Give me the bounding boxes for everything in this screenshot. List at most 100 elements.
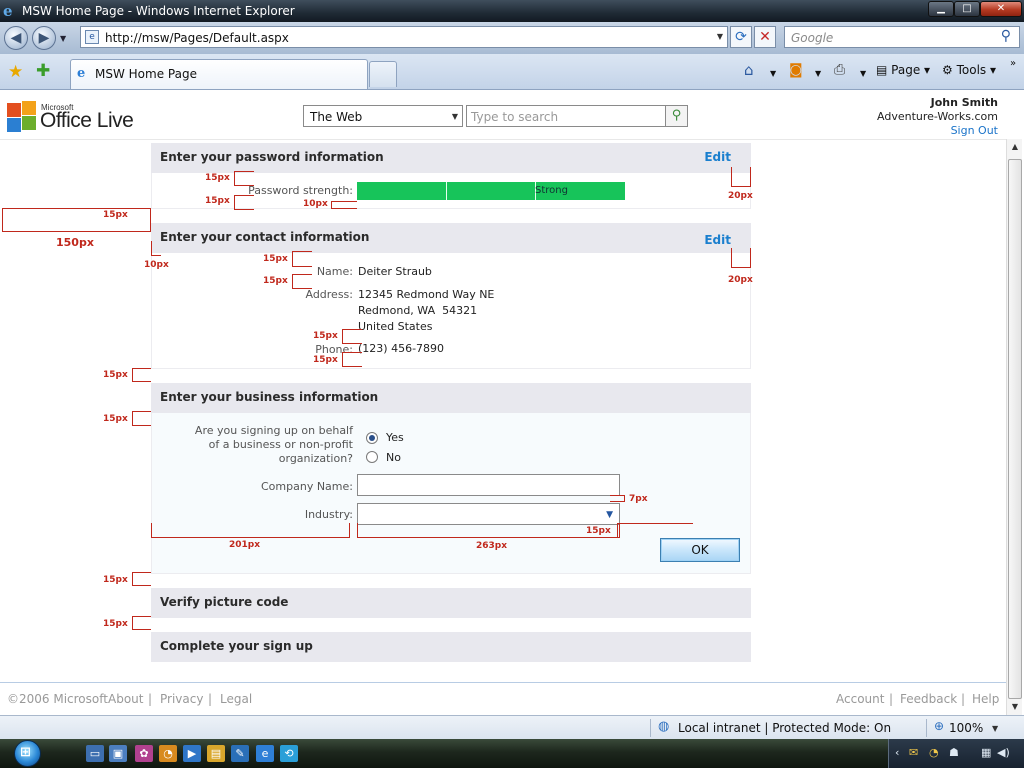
- sign-out-link[interactable]: Sign Out: [951, 124, 998, 137]
- business-yes-radio[interactable]: [366, 432, 378, 444]
- annotation-15px: 15px: [205, 173, 230, 183]
- footer-account-link[interactable]: Account: [836, 692, 884, 706]
- annotation-bracket: [610, 495, 625, 502]
- star-icon[interactable]: ★: [8, 62, 23, 82]
- network-icon[interactable]: ▦: [981, 746, 991, 759]
- sync-icon[interactable]: ⟲: [280, 745, 298, 762]
- page-menu[interactable]: ▤ Page ▾: [876, 62, 930, 78]
- print-dropdown[interactable]: ▼: [860, 66, 866, 82]
- scroll-up-arrow[interactable]: ▲: [1007, 139, 1023, 155]
- ok-button[interactable]: OK: [660, 538, 740, 562]
- maximize-button[interactable]: □: [954, 1, 980, 17]
- complete-section-title: Complete your sign up: [160, 639, 313, 653]
- site-search-button[interactable]: ⚲: [665, 105, 688, 127]
- search-icon[interactable]: ⚲: [1001, 28, 1011, 44]
- footer-privacy-link[interactable]: Privacy: [160, 692, 203, 706]
- contact-edit-link[interactable]: Edit: [704, 233, 731, 247]
- footer-sep: |: [961, 692, 966, 706]
- annotation-20px: 20px: [728, 275, 753, 285]
- mail-icon[interactable]: ✉: [909, 746, 918, 759]
- ie-icon: e: [3, 2, 13, 20]
- annotation-15px: 15px: [313, 331, 338, 341]
- contact-address-line2: Redmond, WA 54321: [358, 304, 478, 317]
- forward-button[interactable]: ▶: [32, 26, 56, 50]
- browser-search-box[interactable]: Google ⚲: [784, 26, 1020, 48]
- annotation-263px-bracket: [357, 523, 620, 538]
- address-url[interactable]: http://msw/Pages/Default.aspx: [105, 30, 289, 46]
- annotation-201px: 201px: [229, 540, 261, 550]
- tab-label: MSW Home Page: [95, 67, 197, 81]
- contact-section-header: Enter your contact information Edit: [151, 223, 751, 253]
- annotation-150px-bracket: [2, 208, 151, 232]
- back-button[interactable]: ◀: [4, 26, 28, 50]
- contact-address-label: Address:: [305, 288, 353, 301]
- switch-windows-icon[interactable]: ▣: [109, 745, 127, 762]
- footer-feedback-link[interactable]: Feedback: [900, 692, 957, 706]
- complete-section-header[interactable]: Complete your sign up: [151, 632, 751, 662]
- minimize-button[interactable]: ▁: [928, 1, 954, 17]
- feeds-dropdown[interactable]: ▼: [815, 66, 821, 82]
- password-edit-link[interactable]: Edit: [704, 150, 731, 164]
- close-button[interactable]: ✕: [980, 1, 1022, 17]
- add-favorite-icon[interactable]: ✚: [36, 61, 50, 81]
- tools-menu[interactable]: ⚙ Tools ▾: [942, 62, 996, 78]
- new-tab-button[interactable]: [369, 61, 397, 87]
- chevron-more-icon[interactable]: »: [1010, 56, 1016, 72]
- password-strength-meter: Strong: [357, 182, 625, 200]
- search-scope-value: The Web: [310, 110, 363, 124]
- annotation-bracket: [132, 411, 151, 426]
- security-zone-text[interactable]: Local intranet | Protected Mode: On: [678, 721, 891, 735]
- messenger-icon[interactable]: ☗: [949, 746, 959, 759]
- page-scrollbar[interactable]: ▲ ▼: [1006, 139, 1022, 715]
- search-scope-select[interactable]: The Web ▼: [303, 105, 463, 127]
- industry-select[interactable]: ▼: [357, 503, 620, 525]
- feeds-icon[interactable]: ◙: [789, 62, 803, 78]
- annotation-bracket: [234, 195, 254, 210]
- address-bar[interactable]: e http://msw/Pages/Default.aspx ▼: [80, 26, 728, 48]
- password-strength-value: Strong: [535, 185, 568, 196]
- stop-button[interactable]: ✕: [754, 26, 776, 48]
- home-icon[interactable]: ⌂: [744, 62, 754, 78]
- word-icon[interactable]: ✎: [231, 745, 249, 762]
- company-name-label: Company Name:: [261, 480, 353, 493]
- annotation-15px: 15px: [263, 254, 288, 264]
- outlook-tray-icon[interactable]: ◔: [929, 746, 939, 759]
- company-name-input[interactable]: [357, 474, 620, 496]
- annotation-15px: 15px: [103, 619, 128, 629]
- recent-pages-dropdown[interactable]: ▼: [60, 34, 66, 43]
- zoom-level[interactable]: 100%: [949, 721, 983, 735]
- annotation-7px: 7px: [629, 494, 648, 504]
- scroll-down-arrow[interactable]: ▼: [1007, 699, 1023, 715]
- refresh-button[interactable]: ⟳: [730, 26, 752, 48]
- start-button[interactable]: ⊞: [6, 739, 56, 768]
- tray-expand-icon[interactable]: ‹: [895, 746, 899, 759]
- footer-about-link[interactable]: About: [108, 692, 143, 706]
- window-title: MSW Home Page - Windows Internet Explore…: [22, 4, 295, 18]
- footer-legal-link[interactable]: Legal: [220, 692, 252, 706]
- verify-section-header[interactable]: Verify picture code: [151, 588, 751, 618]
- media-icon[interactable]: ✿: [135, 745, 153, 762]
- print-icon[interactable]: ⎙: [834, 62, 845, 78]
- business-question-line2: of a business or non-profit: [208, 438, 353, 451]
- footer-help-link[interactable]: Help: [972, 692, 999, 706]
- annotation-150px: 150px: [56, 236, 94, 249]
- annotation-201px-bracket: [151, 523, 350, 538]
- business-no-radio[interactable]: [366, 451, 378, 463]
- media-player-icon[interactable]: ▶: [183, 745, 201, 762]
- site-search-input[interactable]: Type to search: [466, 105, 666, 127]
- volume-icon[interactable]: ◀): [997, 746, 1010, 759]
- home-dropdown[interactable]: ▼: [770, 66, 776, 82]
- outlook-icon[interactable]: ◔: [159, 745, 177, 762]
- ie-icon[interactable]: e: [256, 745, 274, 762]
- business-yes-label: Yes: [386, 431, 404, 444]
- address-dropdown-icon[interactable]: ▼: [717, 32, 723, 41]
- annotation-bracket: [292, 251, 312, 267]
- tab-msw-home[interactable]: e MSW Home Page: [70, 59, 368, 89]
- annotation-bracket: [132, 572, 151, 586]
- scroll-thumb[interactable]: [1008, 159, 1022, 699]
- show-desktop-icon[interactable]: ▭: [86, 745, 104, 762]
- annotation-bracket: [132, 616, 151, 630]
- status-separator: [650, 719, 651, 737]
- zoom-dropdown[interactable]: ▼: [992, 724, 998, 733]
- folder-icon[interactable]: ▤: [207, 745, 225, 762]
